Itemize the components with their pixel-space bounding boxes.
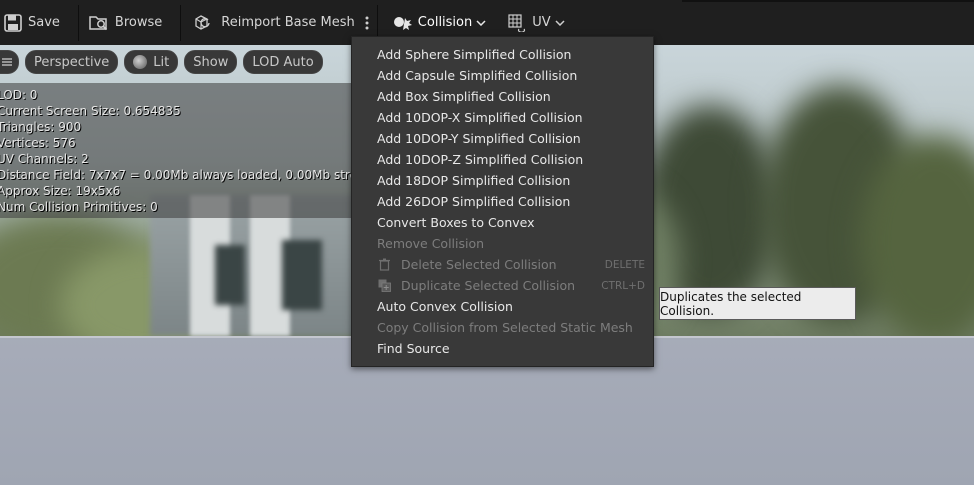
menu-item-auto-convex-collision[interactable]: Auto Convex Collision bbox=[352, 296, 653, 317]
save-label: Save bbox=[28, 15, 60, 30]
uv-label: UV bbox=[532, 15, 551, 30]
tooltip-text: Duplicates the selected Collision. bbox=[660, 289, 802, 318]
menu-item-label: Add 10DOP-X Simplified Collision bbox=[377, 110, 583, 125]
reimport-base-mesh-button[interactable]: Reimport Base Mesh bbox=[191, 0, 359, 45]
menu-item-label: Add Capsule Simplified Collision bbox=[377, 68, 578, 83]
menu-item-copy-collision-from-selected-static-mesh[interactable]: Copy Collision from Selected Static Mesh bbox=[352, 317, 653, 338]
stat-line: Distance Field: 7x7x7 = 0.00Mb always lo… bbox=[0, 168, 391, 182]
collision-label: Collision bbox=[417, 15, 473, 30]
menu-item-convert-boxes-to-convex[interactable]: Convert Boxes to Convex bbox=[352, 212, 653, 233]
toolbar-top-strip bbox=[682, 0, 974, 2]
menu-item-duplicate-selected-collision[interactable]: Duplicate Selected Collision CTRL+D bbox=[352, 275, 653, 296]
menu-item-shortcut: CTRL+D bbox=[601, 279, 645, 292]
menu-item-label: Auto Convex Collision bbox=[377, 299, 513, 314]
menu-item-add-10dop-x-simplified-collision[interactable]: Add 10DOP-X Simplified Collision bbox=[352, 107, 653, 128]
menu-item-delete-selected-collision[interactable]: Delete Selected Collision DELETE bbox=[352, 254, 653, 275]
menu-item-label: Remove Collision bbox=[377, 236, 485, 251]
tooltip: Duplicates the selected Collision. bbox=[659, 287, 856, 320]
stat-line: Triangles: 900 bbox=[0, 120, 82, 134]
browse-label: Browse bbox=[114, 15, 163, 30]
chevron-down-icon bbox=[476, 19, 486, 26]
stat-line: LOD: 0 bbox=[0, 88, 38, 102]
reimport-icon bbox=[195, 14, 210, 30]
stat-line: Vertices: 576 bbox=[0, 136, 76, 150]
menu-item-shortcut: DELETE bbox=[604, 258, 645, 271]
collision-icon bbox=[393, 16, 412, 30]
perspective-label: Perspective bbox=[34, 54, 110, 70]
trash-icon bbox=[379, 258, 390, 271]
lod-button[interactable]: LOD Auto bbox=[243, 50, 323, 74]
uv-grid-icon bbox=[508, 13, 526, 32]
menu-item-label: Add 18DOP Simplified Collision bbox=[377, 173, 571, 188]
menu-item-label: Add Sphere Simplified Collision bbox=[377, 47, 572, 62]
mesh-stats-overlay: LOD: 0 Current Screen Size: 0.654835 Trian… bbox=[0, 83, 391, 218]
lit-label: Lit bbox=[153, 54, 170, 70]
menu-item-label: Find Source bbox=[377, 341, 450, 356]
menu-item-remove-collision[interactable]: Remove Collision bbox=[352, 233, 653, 254]
menu-item-add-26dop-simplified-collision[interactable]: Add 26DOP Simplified Collision bbox=[352, 191, 653, 212]
save-button[interactable]: Save bbox=[0, 0, 64, 45]
save-icon bbox=[4, 13, 22, 32]
stat-line: Num Collision Primitives: 0 bbox=[0, 200, 158, 214]
menu-item-label: Convert Boxes to Convex bbox=[377, 215, 535, 230]
menu-item-label: Delete Selected Collision bbox=[401, 257, 557, 272]
lit-view-mode-button[interactable]: Lit bbox=[124, 50, 179, 74]
stat-line: Approx Size: 19x5x6 bbox=[0, 184, 121, 198]
viewport-options-button[interactable] bbox=[0, 50, 19, 74]
lit-sphere-icon bbox=[133, 55, 148, 69]
lod-label: LOD Auto bbox=[252, 54, 314, 70]
toolbar-divider bbox=[180, 4, 182, 41]
collision-dropdown-menu: Add Sphere Simplified Collision Add Capsu… bbox=[351, 36, 654, 367]
browse-button[interactable]: Browse bbox=[85, 0, 166, 45]
duplicate-icon bbox=[378, 279, 391, 292]
perspective-button[interactable]: Perspective bbox=[25, 50, 119, 74]
menu-item-label: Add Box Simplified Collision bbox=[377, 89, 551, 104]
menu-item-label: Add 26DOP Simplified Collision bbox=[377, 194, 571, 209]
toolbar-divider bbox=[77, 4, 79, 41]
menu-item-label: Add 10DOP-Z Simplified Collision bbox=[377, 152, 584, 167]
chevron-down-icon bbox=[555, 19, 565, 26]
stat-line: UV Channels: 2 bbox=[0, 152, 89, 166]
hamburger-icon bbox=[2, 58, 12, 66]
menu-item-add-10dop-y-simplified-collision[interactable]: Add 10DOP-Y Simplified Collision bbox=[352, 128, 653, 149]
menu-item-add-18dop-simplified-collision[interactable]: Add 18DOP Simplified Collision bbox=[352, 170, 653, 191]
reimport-label: Reimport Base Mesh bbox=[221, 15, 355, 30]
menu-item-label: Copy Collision from Selected Static Mesh bbox=[377, 320, 633, 335]
kebab-menu-icon bbox=[365, 16, 369, 29]
menu-item-add-box-simplified-collision[interactable]: Add Box Simplified Collision bbox=[352, 86, 653, 107]
menu-item-label: Add 10DOP-Y Simplified Collision bbox=[377, 131, 581, 146]
menu-item-add-capsule-simplified-collision[interactable]: Add Capsule Simplified Collision bbox=[352, 65, 653, 86]
show-button[interactable]: Show bbox=[184, 50, 238, 74]
stat-line: Current Screen Size: 0.654835 bbox=[0, 104, 181, 118]
show-label: Show bbox=[193, 54, 229, 70]
menu-item-find-source[interactable]: Find Source bbox=[352, 338, 653, 359]
viewport-toolbar: Perspective Lit Show LOD Auto bbox=[0, 50, 323, 74]
browse-icon bbox=[89, 15, 108, 30]
menu-item-label: Duplicate Selected Collision bbox=[401, 278, 576, 293]
menu-item-add-sphere-simplified-collision[interactable]: Add Sphere Simplified Collision bbox=[352, 44, 653, 65]
menu-item-add-10dop-z-simplified-collision[interactable]: Add 10DOP-Z Simplified Collision bbox=[352, 149, 653, 170]
